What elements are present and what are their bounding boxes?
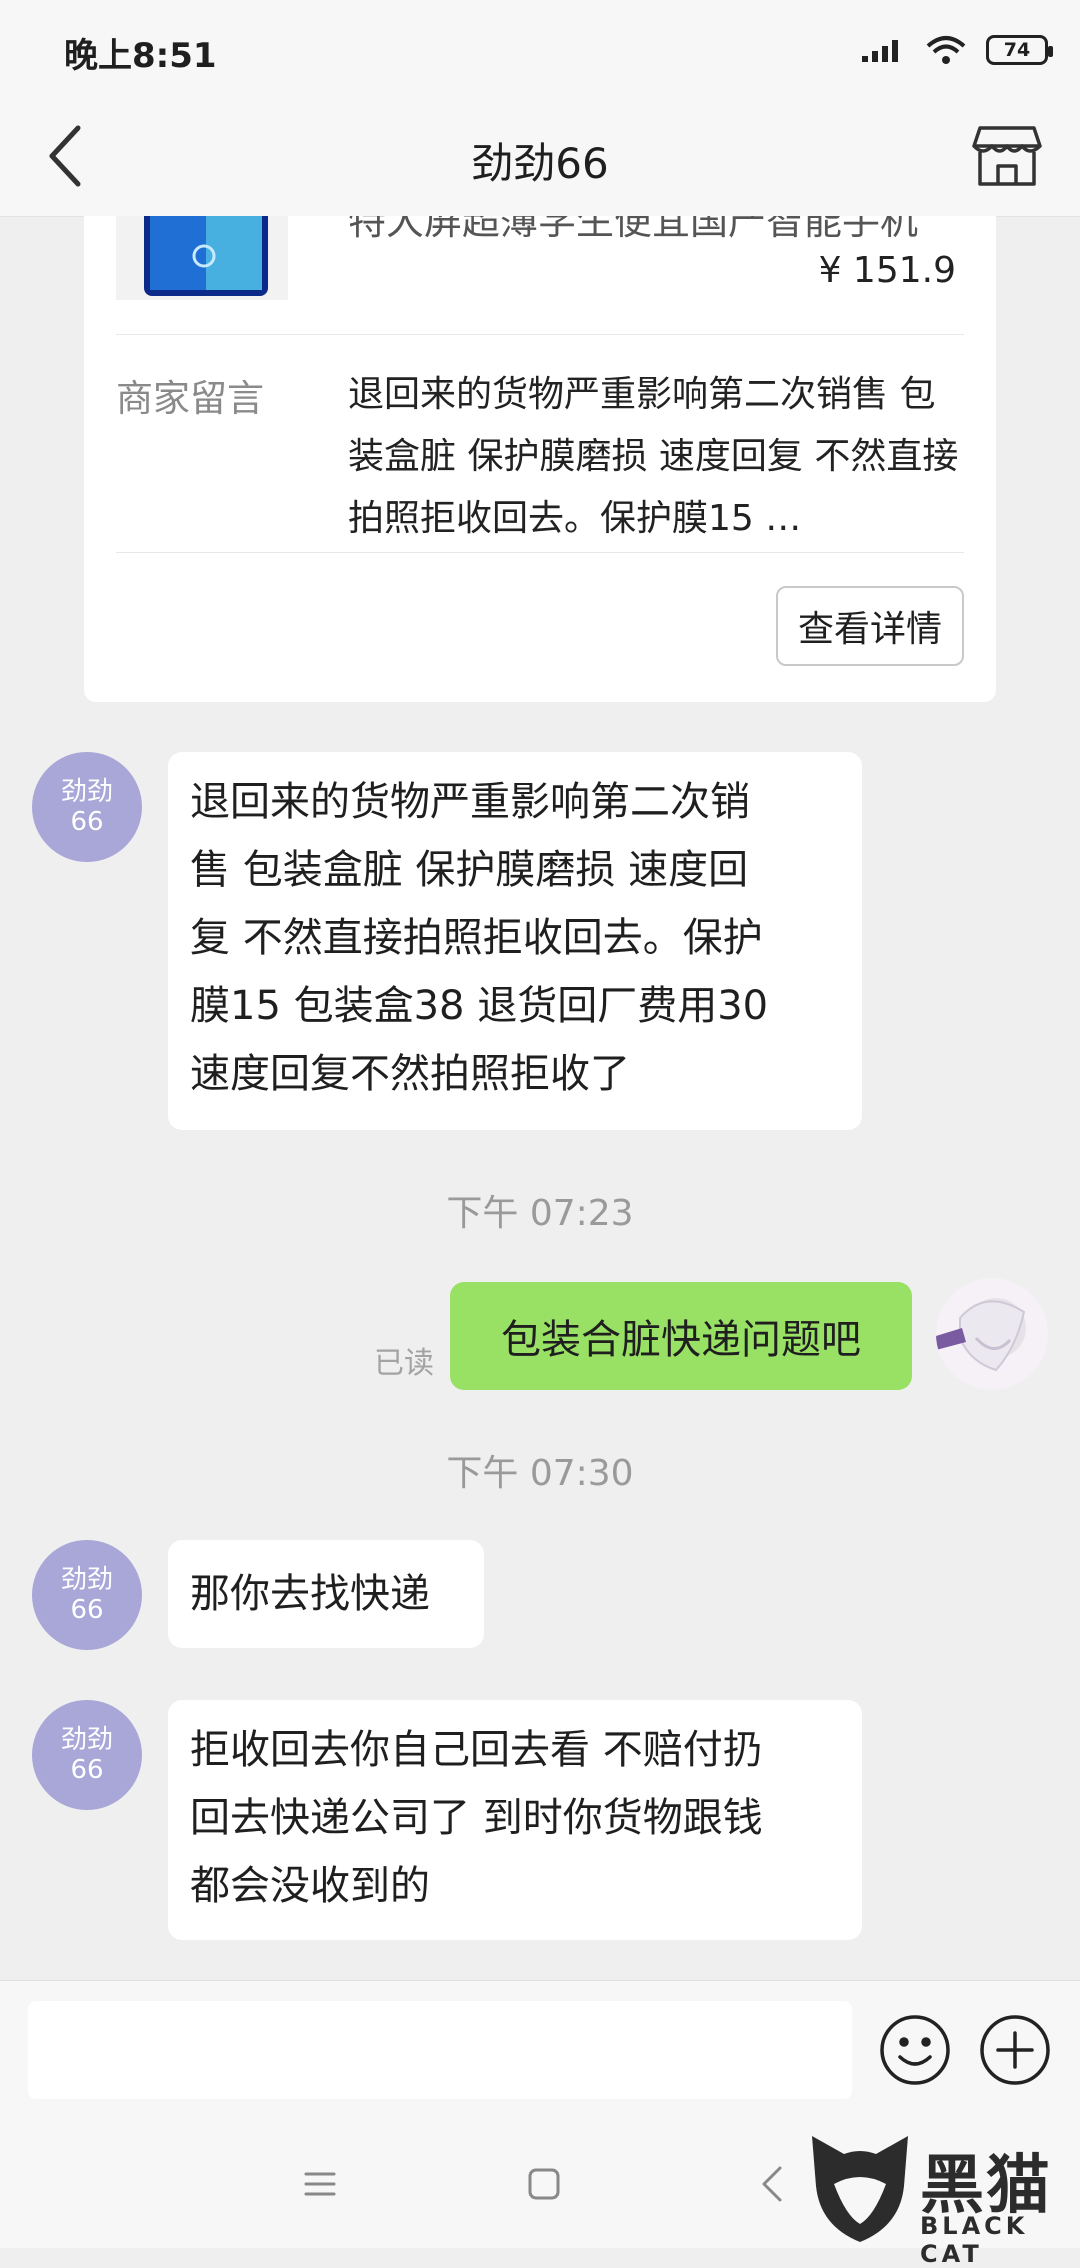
status-bar: 晚上8:51 74 xyxy=(0,0,1080,96)
message-timestamp: 下午 07:30 xyxy=(446,1453,634,1494)
received-message-bubble[interactable]: 拒收回去你自己回去看 不赔付扔 回去快递公司了 到时你货物跟钱 都会没收到的 xyxy=(168,1700,862,1940)
battery-icon: 74 xyxy=(986,35,1053,65)
message-input[interactable] xyxy=(28,2001,852,2099)
product-name: 特大屏超薄学生便宜国产智能手机 xyxy=(348,216,919,243)
plus-icon xyxy=(980,2015,1050,2085)
sent-message-bubble[interactable]: 包装合脏快递问题吧 xyxy=(450,1282,912,1390)
menu-icon xyxy=(304,2172,336,2196)
avatar-text: 66 xyxy=(70,807,104,837)
merchant-message-label: 商家留言 xyxy=(116,377,264,420)
system-back-button[interactable] xyxy=(752,2162,792,2206)
signal-icon xyxy=(862,40,898,62)
recents-button[interactable] xyxy=(300,2164,340,2204)
product-card: 特大屏超薄学生便宜国产智能手机 ¥ 151.9 商家留言 退回来的货物严重影响第… xyxy=(84,216,996,702)
contact-avatar[interactable]: 劲劲 66 xyxy=(32,1700,142,1810)
message-timestamp: 下午 07:23 xyxy=(446,1193,634,1234)
avatar-text: 劲劲 xyxy=(60,777,113,807)
read-receipt: 已读 xyxy=(374,1346,434,1381)
input-bar xyxy=(0,1980,1080,2121)
avatar-text: 劲劲 xyxy=(60,1725,113,1755)
message-line: 退回来的货物严重影响第二次销 xyxy=(190,779,750,825)
message-line: 回去快递公司了 到时你货物跟钱 xyxy=(190,1795,763,1841)
product-price: ¥ 151.9 xyxy=(818,250,956,291)
wifi-icon xyxy=(926,36,966,64)
emoji-button[interactable] xyxy=(876,2011,954,2089)
avatar-text: 66 xyxy=(70,1755,104,1785)
divider xyxy=(116,334,964,335)
avatar-text: 66 xyxy=(70,1595,104,1625)
watermark: 黑猫 BLACK CAT xyxy=(800,2124,1080,2268)
chevron-left-icon xyxy=(762,2166,782,2202)
clock: 晚上8:51 xyxy=(64,36,217,76)
divider xyxy=(116,552,964,553)
received-message-bubble[interactable]: 那你去找快递 xyxy=(168,1540,484,1648)
square-icon xyxy=(528,2168,560,2200)
received-message-bubble[interactable]: 退回来的货物严重影响第二次销 售 包装盒脏 保护膜磨损 速度回 复 不然直接拍照… xyxy=(168,752,862,1130)
message-line: 售 包装盒脏 保护膜磨损 速度回 xyxy=(190,847,749,893)
message-line: 复 不然直接拍照拒收回去。保护 xyxy=(190,915,763,961)
contact-avatar[interactable]: 劲劲 66 xyxy=(32,752,142,862)
message-line: 膜15 包装盒38 退货回厂费用30 xyxy=(190,983,769,1029)
merchant-message-text: 退回来的货物严重影响第二次销售 包装盒脏 保护膜磨损 速度回复 不然直接拍照拒收… xyxy=(348,374,959,539)
watermark-subtext: BLACK CAT xyxy=(920,2212,1029,2268)
message-line: 都会没收到的 xyxy=(190,1863,430,1909)
message-line: 那你去找快递 xyxy=(190,1571,430,1617)
smiley-icon xyxy=(880,2015,950,2085)
store-icon xyxy=(972,126,1042,186)
message-line: 拒收回去你自己回去看 不赔付扔 xyxy=(190,1727,763,1773)
page-title: 劲劲66 xyxy=(471,139,609,188)
contact-avatar[interactable]: 劲劲 66 xyxy=(32,1540,142,1650)
message-line: 速度回复不然拍照拒收了 xyxy=(190,1051,630,1097)
my-avatar[interactable] xyxy=(936,1278,1048,1390)
shop-button[interactable] xyxy=(970,118,1044,192)
avatar-text: 劲劲 xyxy=(60,1565,113,1595)
product-thumbnail xyxy=(116,216,288,300)
title-bar: 劲劲66 xyxy=(0,96,1080,217)
status-icons: 74 xyxy=(860,30,1053,70)
more-options-button[interactable] xyxy=(976,2011,1054,2089)
home-button[interactable] xyxy=(524,2164,564,2204)
cat-logo-icon xyxy=(812,2136,908,2242)
view-details-button[interactable]: 查看详情 xyxy=(776,586,964,666)
